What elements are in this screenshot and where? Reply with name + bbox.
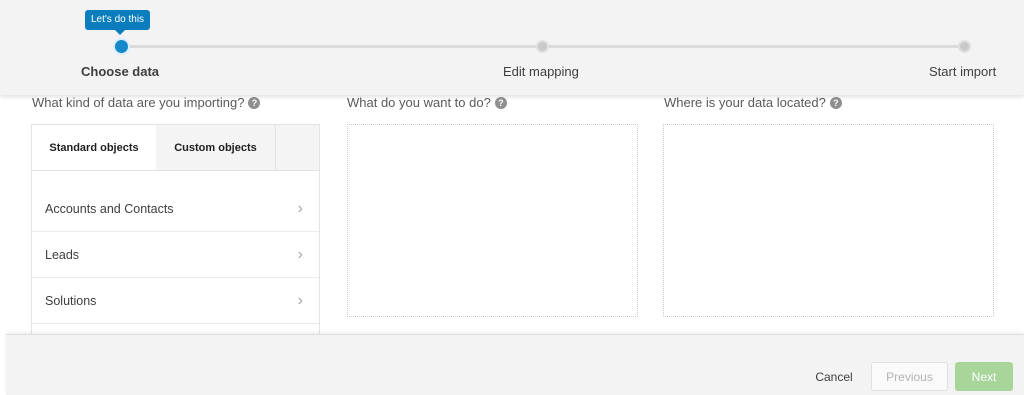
object-list: Accounts and Contacts › Leads › Solution… bbox=[32, 186, 319, 324]
location-heading: Where is your data located? ? bbox=[664, 95, 842, 110]
tab-custom-objects[interactable]: Custom objects bbox=[156, 125, 276, 170]
list-item-solutions[interactable]: Solutions › bbox=[32, 278, 319, 324]
object-tabs: Standard objects Custom objects bbox=[32, 125, 319, 171]
next-button[interactable]: Next bbox=[955, 362, 1013, 391]
list-item-label: Accounts and Contacts bbox=[45, 201, 174, 216]
data-location-panel bbox=[663, 124, 994, 317]
data-kind-heading: What kind of data are you importing? ? bbox=[32, 95, 261, 110]
list-item-label: Solutions bbox=[45, 293, 97, 308]
list-item-accounts-contacts[interactable]: Accounts and Contacts › bbox=[32, 186, 319, 232]
help-icon[interactable]: ? bbox=[248, 96, 261, 109]
action-options-panel bbox=[347, 124, 638, 317]
previous-button[interactable]: Previous bbox=[871, 362, 948, 391]
wizard-footer: Cancel Previous Next bbox=[6, 334, 1024, 395]
help-icon[interactable]: ? bbox=[829, 96, 842, 109]
step-dot-choose-data[interactable] bbox=[115, 40, 128, 53]
cancel-button[interactable]: Cancel bbox=[802, 362, 866, 391]
step-dot-start-import[interactable] bbox=[958, 40, 971, 53]
data-kind-title: What kind of data are you importing? bbox=[32, 95, 245, 110]
step-label-start-import: Start import bbox=[929, 64, 997, 79]
step-label-choose-data: Choose data bbox=[81, 64, 160, 79]
object-type-panel: Standard objects Custom objects Accounts… bbox=[31, 124, 320, 354]
chevron-right-icon: › bbox=[297, 245, 303, 263]
step-tooltip: Let's do this bbox=[85, 10, 151, 35]
step-label-edit-mapping: Edit mapping bbox=[503, 64, 579, 79]
tab-standard-objects[interactable]: Standard objects bbox=[32, 125, 156, 170]
location-title: Where is your data located? bbox=[664, 95, 826, 110]
chevron-right-icon: › bbox=[297, 291, 303, 309]
action-heading: What do you want to do? ? bbox=[347, 95, 507, 110]
list-item-leads[interactable]: Leads › bbox=[32, 232, 319, 278]
chevron-right-icon: › bbox=[297, 199, 303, 217]
action-title: What do you want to do? bbox=[347, 95, 491, 110]
help-icon[interactable]: ? bbox=[494, 96, 507, 109]
list-item-label: Leads bbox=[45, 247, 80, 262]
import-progress-bar: Let's do this Choose data Edit mapping S… bbox=[0, 0, 1024, 95]
step-dot-edit-mapping[interactable] bbox=[536, 40, 549, 53]
